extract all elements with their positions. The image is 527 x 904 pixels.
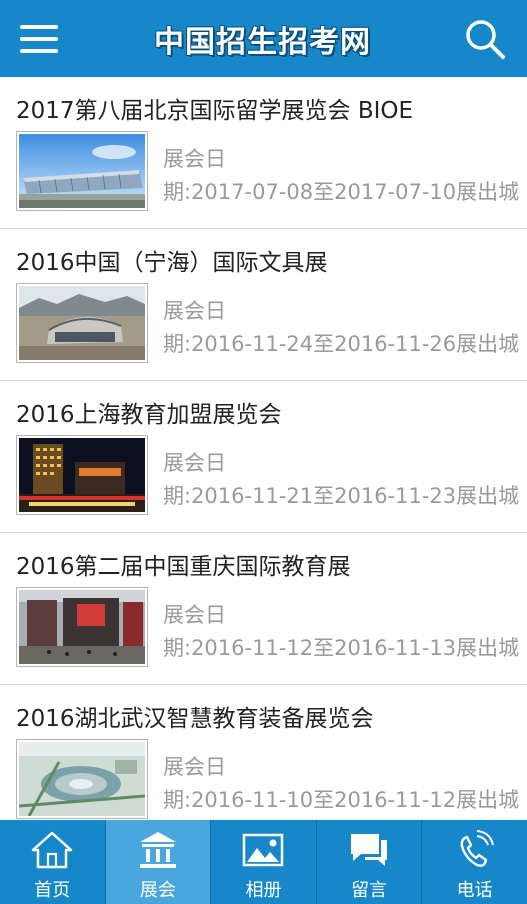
tab-messages[interactable]: 留言	[317, 820, 423, 904]
stadium-photo	[16, 283, 148, 363]
date-label: 展会日	[163, 147, 226, 171]
date-range: 期:2016-11-21至2016-11-23展出城	[163, 484, 520, 508]
date-range: 期:2017-07-08至2017-07-10展出城	[163, 180, 520, 204]
tab-exhibitions[interactable]: 展会	[105, 820, 212, 904]
phone-icon	[460, 830, 494, 867]
list-item[interactable]: 2016第二届中国重庆国际教育展 展会日 期:2016-11-12至2016-1…	[0, 533, 527, 685]
tab-label: 首页	[34, 880, 71, 901]
exhibition-center-photo	[16, 131, 148, 211]
chat-bubble-icon	[351, 834, 388, 866]
date-label: 展会日	[163, 755, 226, 779]
home-icon	[32, 831, 73, 869]
picture-icon	[243, 833, 284, 867]
aerial-rendering-photo	[16, 739, 148, 819]
item-meta: 展会日 期:2016-11-21至2016-11-23展出城	[163, 447, 519, 513]
date-label: 展会日	[163, 299, 226, 323]
date-range: 期:2016-11-10至2016-11-12展出城	[163, 788, 520, 812]
item-title: 2016上海教育加盟展览会	[16, 402, 282, 428]
list-item[interactable]: 2016中国（宁海）国际文具展 展会日 期:2016-11-24至2016-11…	[0, 229, 527, 381]
tab-label: 展会	[139, 880, 176, 901]
top-app-bar: 中国招生招考网	[0, 0, 527, 77]
tab-label: 留言	[351, 880, 388, 901]
item-meta: 展会日 期:2016-11-12至2016-11-13展出城	[163, 599, 519, 665]
item-title: 2016第二届中国重庆国际教育展	[16, 554, 351, 580]
mall-facade-photo	[16, 587, 148, 667]
bottom-tab-bar: 首页 展会 相册 留言 电话	[0, 820, 527, 904]
item-meta: 展会日 期:2017-07-08至2017-07-10展出城	[163, 143, 519, 209]
tab-label: 电话	[456, 880, 493, 901]
list-item[interactable]: 2017第八届北京国际留学展览会 BIOE 展会日 期:2017-07-08至2…	[0, 77, 527, 229]
date-range: 期:2016-11-24至2016-11-26展出城	[163, 332, 520, 356]
night-building-photo	[16, 435, 148, 515]
tab-label: 相册	[245, 880, 282, 901]
date-range: 期:2016-11-12至2016-11-13展出城	[163, 636, 520, 660]
item-meta: 展会日 期:2016-11-10至2016-11-12展出城	[163, 751, 519, 817]
item-meta: 展会日 期:2016-11-24至2016-11-26展出城	[163, 295, 519, 361]
tab-album[interactable]: 相册	[211, 820, 317, 904]
item-title: 2017第八届北京国际留学展览会 BIOE	[16, 98, 414, 124]
hamburger-menu-icon[interactable]	[20, 19, 62, 59]
date-label: 展会日	[163, 603, 226, 627]
tab-home[interactable]: 首页	[0, 820, 106, 904]
date-label: 展会日	[163, 451, 226, 475]
list-item[interactable]: 2016湖北武汉智慧教育装备展览会 展会日 期:2016-11-10至2016-…	[0, 685, 527, 820]
bank-icon	[139, 832, 176, 868]
exhibition-list: 2017第八届北京国际留学展览会 BIOE 展会日 期:2017-07-08至2…	[0, 77, 527, 820]
item-title: 2016中国（宁海）国际文具展	[16, 250, 328, 276]
item-title: 2016湖北武汉智慧教育装备展览会	[16, 706, 374, 732]
list-item[interactable]: 2016上海教育加盟展览会 展会日 期:2016-11-21至2016-11-2…	[0, 381, 527, 533]
app-title: 中国招生招考网	[154, 24, 371, 60]
search-icon[interactable]	[463, 17, 507, 61]
tab-phone[interactable]: 电话	[422, 820, 527, 904]
